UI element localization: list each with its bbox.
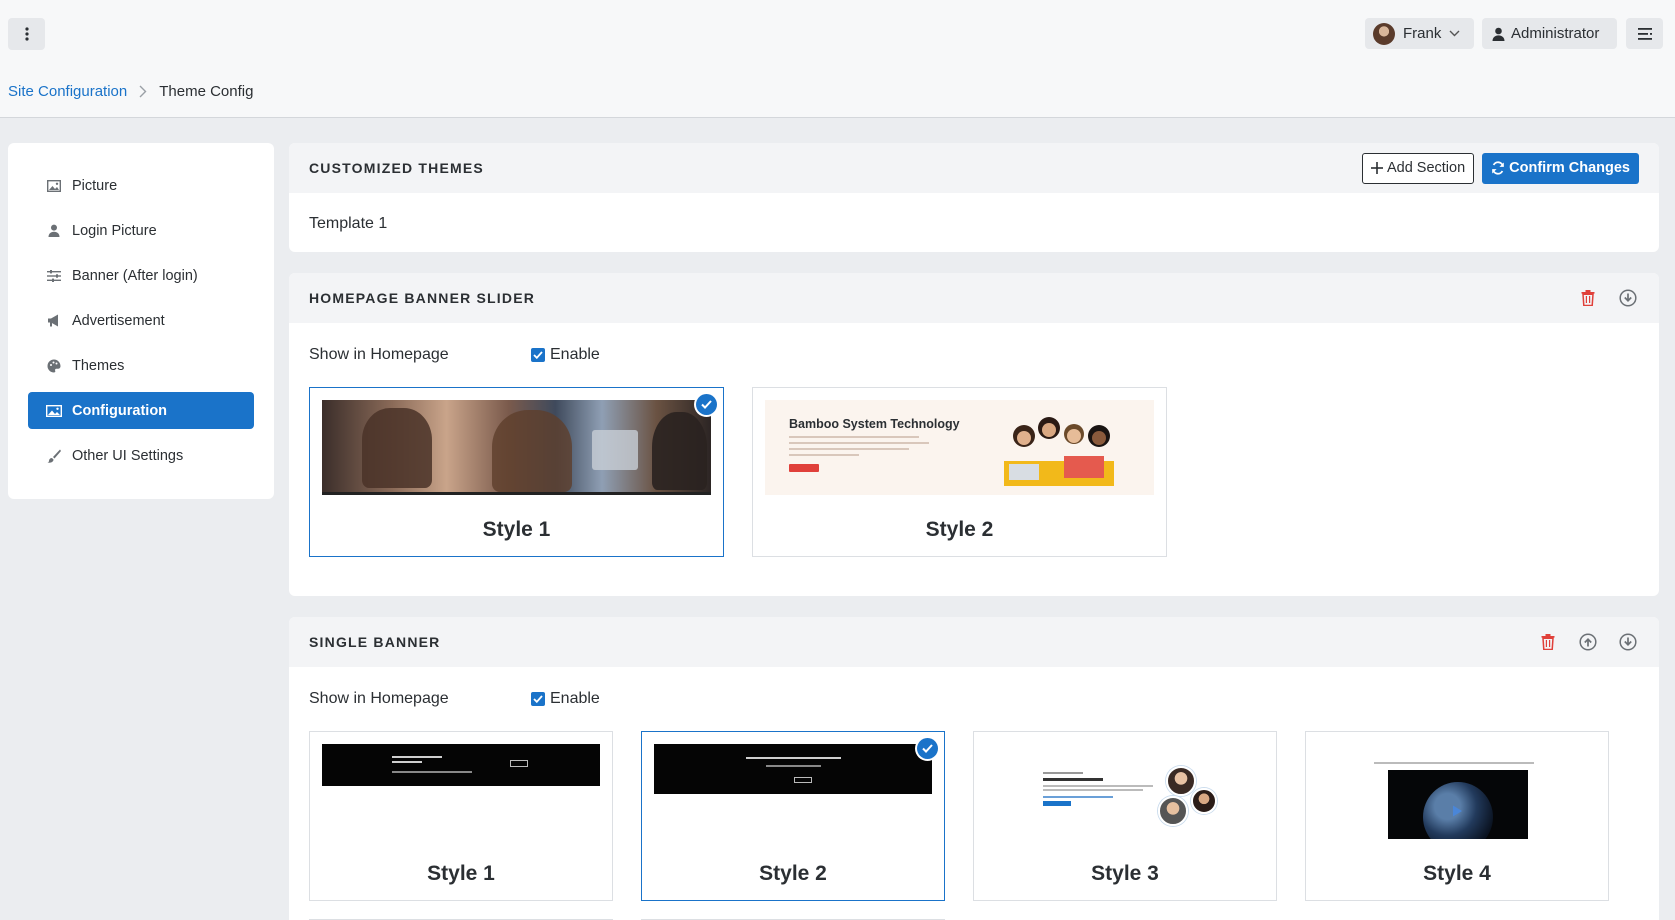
style-card-2[interactable]: Bamboo System Technology Style 2 (752, 387, 1167, 557)
trash-icon (1541, 634, 1555, 650)
sidebar-item-label: Advertisement (72, 312, 165, 329)
move-down-button[interactable] (1617, 631, 1639, 653)
confirm-changes-button[interactable]: Confirm Changes (1482, 152, 1639, 184)
selected-check-icon (696, 394, 717, 415)
show-in-homepage-label: Show in Homepage (309, 346, 449, 363)
breadcrumb-current: Theme Config (159, 83, 254, 100)
expert-advice-preview (986, 744, 1264, 839)
chevron-down-icon (1449, 30, 1460, 37)
top-bar: Frank Administrator (0, 0, 1675, 66)
style-options: Style 1 Style 2 Style 3 Style 4 (309, 731, 1639, 901)
sidebar-item-themes[interactable]: Themes (28, 347, 254, 384)
move-up-button[interactable] (1577, 631, 1599, 653)
chevron-right-icon (139, 85, 147, 98)
single-banner-header: SINGLE BANNER (289, 617, 1659, 667)
role-button[interactable]: Administrator (1482, 18, 1617, 49)
style-card-3[interactable]: Style 3 (973, 731, 1277, 901)
style-label: Style 1 (482, 518, 551, 541)
confirm-changes-label: Confirm Changes (1509, 160, 1630, 176)
enable-checkbox[interactable]: Enable (531, 346, 600, 364)
homepage-banner-slider-header: HOMEPAGE BANNER SLIDER (289, 273, 1659, 323)
sidebar-item-login-picture[interactable]: Login Picture (28, 212, 254, 249)
arrow-down-circle-icon (1619, 289, 1637, 307)
arrow-down-circle-icon (1619, 633, 1637, 651)
sidebar-item-picture[interactable]: Picture (28, 167, 254, 204)
sidebar-item-label: Other UI Settings (72, 447, 184, 464)
image-icon (46, 178, 62, 194)
sidebar-item-other-ui-settings[interactable]: Other UI Settings (28, 437, 254, 474)
megaphone-icon (46, 313, 62, 329)
style-card-1[interactable]: Style 1 (309, 731, 613, 901)
show-in-homepage-row: Show in Homepage Enable (309, 667, 1639, 731)
earth-video-preview (1318, 744, 1596, 839)
style-card-2[interactable]: Style 2 (641, 731, 945, 901)
checkbox-checked-icon (531, 348, 545, 362)
kebab-icon (24, 27, 29, 41)
section-title: CUSTOMIZED THEMES (309, 160, 484, 176)
show-in-homepage-label: Show in Homepage (309, 690, 449, 707)
plus-icon (1370, 162, 1383, 174)
classroom-preview-image (322, 400, 711, 495)
role-label: Administrator (1511, 25, 1600, 42)
arrow-up-circle-icon (1579, 633, 1597, 651)
trash-icon (1581, 290, 1595, 306)
user-name: Frank (1403, 25, 1442, 42)
style-label: Style 4 (1423, 862, 1491, 885)
selected-check-icon (917, 738, 938, 759)
user-icon (46, 223, 62, 239)
dark-banner-preview (654, 744, 932, 839)
sidebar-item-label: Login Picture (72, 222, 157, 239)
sidebar-item-label: Themes (72, 357, 125, 374)
enable-label: Enable (550, 690, 600, 707)
bamboo-preview-image: Bamboo System Technology (765, 400, 1154, 495)
brush-icon (46, 448, 62, 464)
play-icon (1453, 805, 1462, 817)
section-title: HOMEPAGE BANNER SLIDER (309, 290, 536, 306)
menu-toggle-button[interactable] (1626, 18, 1663, 49)
sidebar-item-configuration[interactable]: Configuration (28, 392, 254, 429)
sidebar-item-banner-after-login[interactable]: Banner (After login) (28, 257, 254, 294)
checkbox-checked-icon (531, 692, 545, 706)
delete-section-button[interactable] (1577, 287, 1599, 309)
style-card-1[interactable]: Style 1 (309, 387, 724, 557)
preview-title: Bamboo System Technology (789, 417, 960, 431)
customized-themes-panel: CUSTOMIZED THEMES Add Section Confirm Ch… (289, 143, 1659, 252)
style-label: Style 2 (759, 862, 827, 885)
add-section-label: Add Section (1386, 160, 1466, 176)
enable-checkbox[interactable]: Enable (531, 690, 600, 708)
homepage-banner-slider-panel: HOMEPAGE BANNER SLIDER Show in Homepage … (289, 273, 1659, 596)
show-in-homepage-row: Show in Homepage Enable (309, 323, 1639, 387)
style-label: Style 2 (925, 518, 994, 541)
enable-label: Enable (550, 346, 600, 363)
sliders-icon (46, 268, 62, 284)
style-card-4[interactable]: Style 4 (1305, 731, 1609, 901)
single-banner-panel: SINGLE BANNER Show in Homepage Enable St… (289, 617, 1659, 920)
sidebar-item-label: Banner (After login) (72, 267, 198, 284)
template-name: Template 1 (309, 215, 388, 232)
students-illustration (1004, 417, 1114, 486)
more-options-button[interactable] (8, 18, 45, 50)
palette-icon (46, 358, 62, 374)
sidebar-item-label: Configuration (72, 402, 168, 419)
style-options: Style 1 Bamboo System Technology Style 2 (309, 387, 1639, 557)
dark-banner-preview (322, 744, 600, 839)
breadcrumb: Site Configuration Theme Config (0, 66, 1675, 118)
user-menu-button[interactable]: Frank (1365, 18, 1474, 49)
menu-icon (1637, 27, 1652, 40)
style-label: Style 3 (1091, 862, 1159, 885)
section-title: SINGLE BANNER (309, 634, 441, 650)
add-section-button[interactable]: Add Section (1361, 152, 1475, 184)
refresh-icon (1492, 161, 1505, 175)
sidebar-item-advertisement[interactable]: Advertisement (28, 302, 254, 339)
delete-section-button[interactable] (1537, 631, 1559, 653)
style-label: Style 1 (427, 862, 495, 885)
sidebar-item-label: Picture (72, 177, 118, 194)
breadcrumb-site-configuration[interactable]: Site Configuration (8, 83, 127, 100)
sidebar: Picture Login Picture Banner (After logi… (8, 143, 274, 499)
image-icon (46, 403, 62, 419)
avatar (1373, 22, 1395, 45)
customized-themes-header: CUSTOMIZED THEMES Add Section Confirm Ch… (289, 143, 1659, 193)
user-icon (1492, 27, 1505, 41)
move-down-button[interactable] (1617, 287, 1639, 309)
